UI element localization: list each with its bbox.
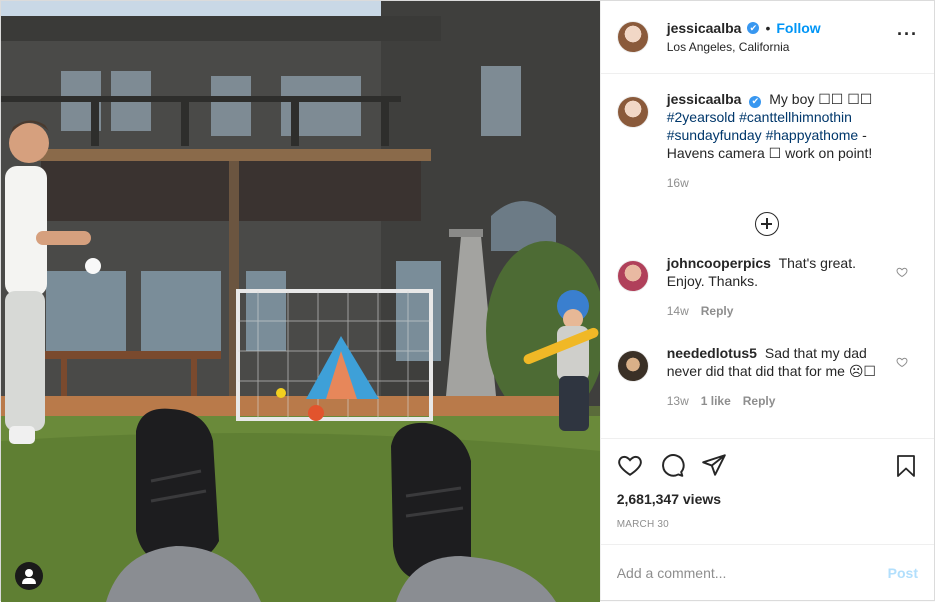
comment-like-icon[interactable]	[896, 266, 908, 278]
follow-button[interactable]: Follow	[776, 20, 820, 36]
comment-likes[interactable]: 1 like	[701, 392, 731, 410]
commenter-username[interactable]: neededlotus5	[667, 345, 757, 361]
comment-like-icon[interactable]	[896, 356, 908, 368]
comment-item: johncooperpics That's great. Enjoy. Than…	[616, 254, 918, 320]
author-username[interactable]: jessicaalba	[667, 20, 742, 36]
post-container: jessicaalba ✔ • Follow Los Angeles, Cali…	[0, 0, 935, 602]
hashtag-link[interactable]: #sundayfunday	[667, 127, 762, 143]
post-location[interactable]: Los Angeles, California	[667, 40, 821, 54]
heart-icon[interactable]	[617, 452, 643, 478]
caption-text: My boy ☐☐ ☐☐	[769, 91, 873, 107]
comment-icon[interactable]	[659, 452, 685, 478]
post-date[interactable]: MARCH 30	[617, 519, 918, 530]
tag-user-icon[interactable]	[15, 562, 43, 590]
comment-age[interactable]: 13w	[667, 392, 689, 410]
comments-section[interactable]: jessicaalba ✔ My boy ☐☐ ☐☐ #2yearsold #c…	[601, 74, 934, 438]
caption-username[interactable]: jessicaalba	[667, 91, 742, 107]
reply-button[interactable]: Reply	[743, 392, 776, 410]
caption-age[interactable]: 16w	[667, 174, 689, 192]
commenter-username[interactable]: johncooperpics	[667, 255, 771, 271]
author-avatar[interactable]	[616, 21, 649, 53]
post-video[interactable]	[1, 1, 600, 602]
separator-dot: •	[765, 20, 771, 36]
caption: jessicaalba ✔ My boy ☐☐ ☐☐ #2yearsold #c…	[616, 90, 918, 192]
hashtag-link[interactable]: #happyathome	[766, 127, 859, 143]
hashtag-link[interactable]: #canttellhimnothin	[739, 109, 852, 125]
comment-item: neededlotus5 Sad that my dad never did t…	[616, 344, 918, 410]
commenter-avatar[interactable]	[616, 260, 649, 292]
comment-age[interactable]: 14w	[667, 302, 689, 320]
view-count[interactable]: 2,681,347 views	[617, 491, 918, 507]
post-sidebar: jessicaalba ✔ • Follow Los Angeles, Cali…	[599, 1, 934, 600]
verified-badge-icon: ✔	[747, 22, 760, 34]
add-comment-bar: Post	[600, 544, 934, 600]
share-icon[interactable]	[701, 452, 727, 478]
save-icon[interactable]	[894, 453, 918, 479]
post-actions: 2,681,347 views MARCH 30	[600, 438, 934, 530]
more-icon[interactable]: ···	[897, 25, 918, 43]
comment-input[interactable]	[616, 564, 888, 581]
load-more-icon[interactable]	[755, 212, 780, 236]
post-comment-button[interactable]: Post	[888, 565, 918, 581]
verified-badge-icon: ✔	[749, 95, 762, 108]
commenter-avatar[interactable]	[616, 350, 649, 382]
post-header: jessicaalba ✔ • Follow Los Angeles, Cali…	[600, 1, 934, 74]
reply-button[interactable]: Reply	[701, 302, 734, 320]
caption-avatar[interactable]	[616, 96, 649, 128]
hashtag-link[interactable]: #2yearsold	[667, 109, 736, 125]
video-frame	[1, 1, 600, 602]
load-more-comments[interactable]	[617, 212, 918, 236]
